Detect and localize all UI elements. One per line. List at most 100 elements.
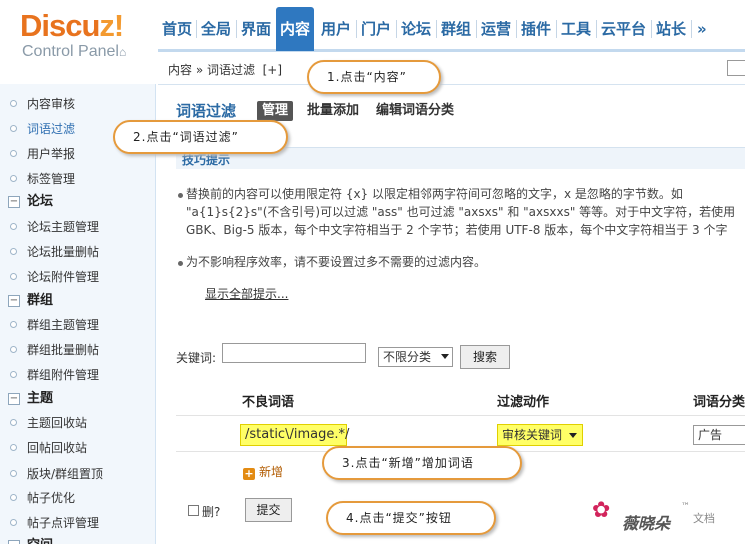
- sidebar-group-space[interactable]: − 空间: [0, 534, 156, 544]
- sidebar-group-label: 论坛: [27, 194, 54, 209]
- watermark-suffix: 文档: [693, 512, 715, 525]
- logo[interactable]: Discuz! Control Panel⌂: [0, 0, 158, 84]
- sidebar-item-content-audit[interactable]: 内容审核: [0, 92, 156, 116]
- nav-item-forum[interactable]: 论坛: [399, 12, 433, 46]
- logo-subtitle-text: Control Panel: [22, 43, 119, 60]
- nav-item-interface[interactable]: 界面: [239, 12, 273, 46]
- nav-item-admin[interactable]: 站长: [654, 12, 688, 46]
- plus-icon: +: [243, 467, 255, 480]
- bullet-icon: [10, 371, 17, 378]
- brand-text-b: z!: [99, 8, 124, 43]
- sidebar-item-label: 论坛批量删帖: [27, 245, 100, 259]
- breadcrumb-bar: 内容 » 词语过滤 [+]: [158, 52, 745, 85]
- tab-batch-add[interactable]: 批量添加: [302, 101, 364, 121]
- sidebar-group-label: 空间: [27, 534, 53, 544]
- bullet-icon: [178, 261, 183, 266]
- tab-edit-categories[interactable]: 编辑词语分类: [371, 101, 459, 121]
- home-icon: ⌂: [118, 45, 127, 59]
- tip-text-2: 为不影响程序效率，请不要设置过多不需要的过滤内容。: [186, 255, 487, 269]
- chevron-down-icon: [441, 354, 449, 359]
- sidebar-item-label: 标签管理: [27, 172, 76, 186]
- column-header-category: 词语分类: [693, 395, 745, 410]
- nav-item-operation[interactable]: 运营: [479, 12, 513, 46]
- nav-divider: [436, 20, 437, 38]
- brand-logo: Discuz!: [20, 8, 124, 44]
- nav-divider: [516, 20, 517, 38]
- filter-action-value: 审核关键词: [502, 428, 563, 442]
- delete-checkbox[interactable]: [188, 505, 199, 516]
- nav-item-cloud[interactable]: 云平台: [599, 12, 648, 46]
- category-filter-select[interactable]: 不限分类: [378, 347, 453, 367]
- sidebar-item-label: 群组附件管理: [27, 368, 100, 382]
- bad-word-input[interactable]: /static\/image.*/: [240, 424, 349, 446]
- breadcrumb-path[interactable]: 内容 » 词语过滤: [168, 63, 255, 77]
- bullet-icon: [178, 193, 183, 198]
- page-title: 词语过滤: [176, 102, 237, 120]
- bullet-icon: [10, 223, 17, 230]
- collapse-icon: −: [8, 540, 20, 544]
- add-word-label: 新增: [259, 465, 284, 479]
- sidebar-item-comment-manage[interactable]: 帖子点评管理: [0, 511, 156, 535]
- nav-divider: [356, 20, 357, 38]
- bullet-icon: [10, 419, 17, 426]
- callout-step-4: 4.点击“提交”按钮: [326, 501, 496, 535]
- sidebar-item-reply-recycle[interactable]: 回帖回收站: [0, 436, 156, 460]
- bullet-icon: [10, 321, 17, 328]
- top-nav: 首页 全局 界面 内容 用户 门户 论坛 群组 运营 插件 工具 云平台 站长 …: [158, 0, 745, 52]
- sidebar-group-group[interactable]: − 群组: [0, 289, 156, 313]
- word-category-select[interactable]: 广告: [693, 425, 745, 445]
- keyword-input[interactable]: [222, 343, 366, 363]
- divider: [176, 415, 745, 416]
- filter-action-select[interactable]: 审核关键词: [497, 424, 583, 446]
- sidebar-item-group-prune[interactable]: 群组批量删帖: [0, 338, 156, 362]
- sidebar-item-label: 帖子点评管理: [27, 516, 100, 530]
- sidebar-item-group-attach[interactable]: 群组附件管理: [0, 363, 156, 387]
- collapse-icon: −: [8, 196, 20, 208]
- tip-text-1: 替换前的内容可以使用限定符 {x} 以限定相邻两字符间可忽略的文字，x 是忽略的…: [186, 187, 736, 237]
- sidebar-item-forum-prune[interactable]: 论坛批量删帖: [0, 240, 156, 264]
- sidebar-item-post-optimize[interactable]: 帖子优化: [0, 486, 156, 510]
- nav-item-tools[interactable]: 工具: [559, 12, 593, 46]
- bullet-icon: [10, 125, 17, 132]
- search-button[interactable]: 搜索: [460, 345, 510, 369]
- nav-divider: [596, 20, 597, 38]
- collapse-icon: −: [8, 393, 20, 405]
- nav-more-icon[interactable]: »: [695, 12, 709, 46]
- sidebar-item-sticky[interactable]: 版块/群组置顶: [0, 462, 156, 486]
- show-all-tips-link[interactable]: 显示全部提示...: [205, 285, 288, 302]
- submit-button[interactable]: 提交: [245, 498, 292, 522]
- callout-step-3: 3.点击“新增”增加词语: [322, 446, 522, 480]
- sidebar-group-thread[interactable]: − 主题: [0, 387, 156, 411]
- bullet-icon: [10, 100, 17, 107]
- sidebar-group-forum[interactable]: − 论坛: [0, 190, 156, 214]
- nav-item-content[interactable]: 内容: [276, 7, 315, 51]
- sidebar-item-group-threads[interactable]: 群组主题管理: [0, 313, 156, 337]
- nav-divider: [196, 20, 197, 38]
- sidebar-item-forum-threads[interactable]: 论坛主题管理: [0, 215, 156, 239]
- nav-item-group[interactable]: 群组: [439, 12, 473, 46]
- breadcrumb-add-button[interactable]: [+]: [263, 63, 282, 77]
- nav-divider: [396, 20, 397, 38]
- sidebar-item-label: 主题回收站: [27, 416, 88, 430]
- sidebar-item-label: 论坛附件管理: [27, 270, 100, 284]
- nav-item-home[interactable]: 首页: [160, 12, 194, 46]
- sidebar-item-tag-manage[interactable]: 标签管理: [0, 167, 156, 191]
- quick-search-input[interactable]: [727, 60, 745, 76]
- word-category-value: 广告: [698, 428, 723, 442]
- sidebar-item-thread-recycle[interactable]: 主题回收站: [0, 411, 156, 435]
- sidebar-item-label: 帖子优化: [27, 491, 76, 505]
- nav-item-user[interactable]: 用户: [319, 12, 353, 46]
- watermark-name: 薇晓朵: [622, 514, 671, 533]
- nav-divider: [651, 20, 652, 38]
- sidebar-group-label: 主题: [27, 391, 54, 406]
- add-word-button[interactable]: + 新增: [243, 463, 283, 480]
- nav-item-portal[interactable]: 门户: [359, 12, 393, 46]
- logo-subtitle: Control Panel⌂: [22, 43, 126, 61]
- nav-item-plugins[interactable]: 插件: [519, 12, 553, 46]
- sidebar-item-label: 回帖回收站: [27, 441, 88, 455]
- sidebar-item-label: 群组主题管理: [27, 318, 100, 332]
- tab-manage[interactable]: 管理: [257, 101, 294, 121]
- bullet-icon: [10, 346, 17, 353]
- nav-item-global[interactable]: 全局: [199, 12, 233, 46]
- sidebar-item-forum-attach[interactable]: 论坛附件管理: [0, 265, 156, 289]
